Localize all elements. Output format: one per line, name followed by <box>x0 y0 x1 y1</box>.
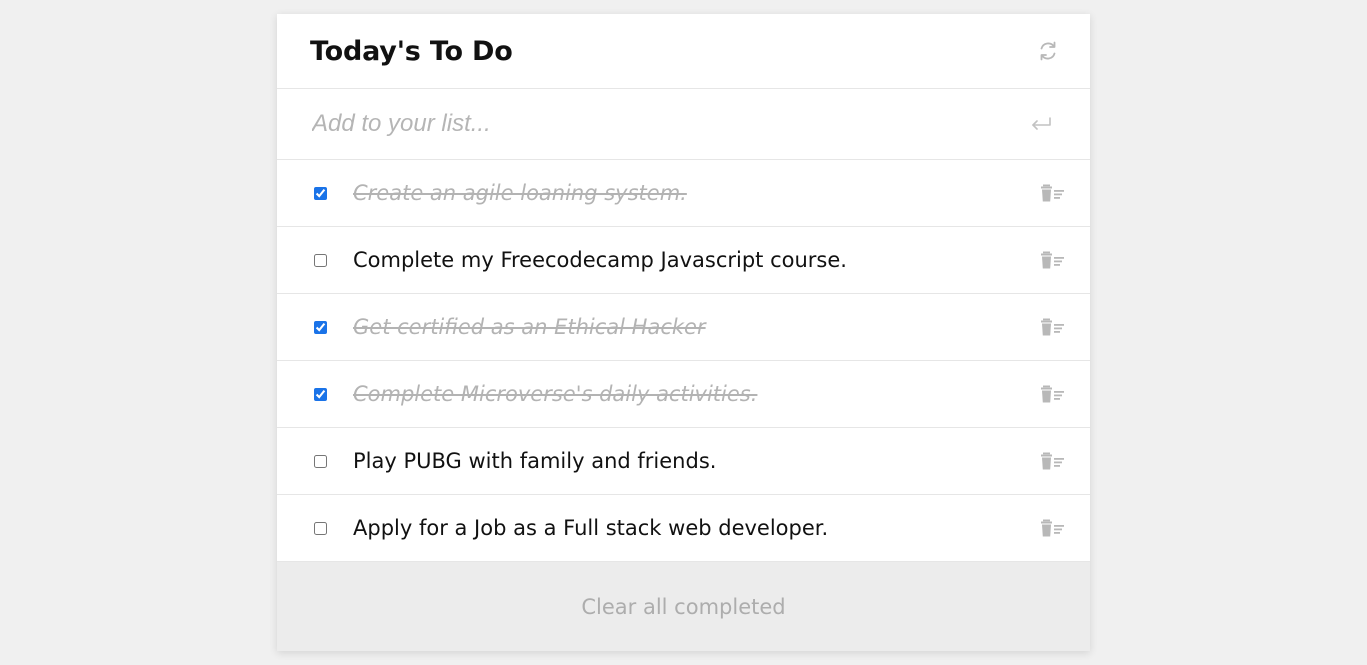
task-item: Get certified as an Ethical Hacker <box>277 294 1090 361</box>
task-checkbox[interactable] <box>314 387 327 401</box>
task-text: Complete my Freecodecamp Javascript cour… <box>353 248 847 272</box>
header: Today's To Do <box>277 14 1090 89</box>
trash-icon[interactable] <box>1040 383 1066 405</box>
task-text: Create an agile loaning system. <box>353 181 687 205</box>
task-checkbox[interactable] <box>314 253 327 267</box>
task-checkbox[interactable] <box>314 320 327 334</box>
add-task-input[interactable] <box>312 110 1029 138</box>
task-item: Create an agile loaning system. <box>277 160 1090 227</box>
task-text: Complete Microverse's daily activities. <box>353 382 758 406</box>
task-text: Get certified as an Ethical Hacker <box>353 315 706 339</box>
todo-card: Today's To Do Create an agile loaning sy… <box>277 14 1090 651</box>
task-checkbox[interactable] <box>314 186 327 200</box>
page-title: Today's To Do <box>310 35 513 67</box>
trash-icon[interactable] <box>1040 316 1066 338</box>
task-item: Complete my Freecodecamp Javascript cour… <box>277 227 1090 294</box>
trash-icon[interactable] <box>1040 249 1066 271</box>
trash-icon[interactable] <box>1040 517 1066 539</box>
clear-completed-button[interactable]: Clear all completed <box>573 591 793 623</box>
task-checkbox[interactable] <box>314 454 327 468</box>
task-item: Complete Microverse's daily activities. <box>277 361 1090 428</box>
task-list: Create an agile loaning system. Complete… <box>277 160 1090 562</box>
footer: Clear all completed <box>277 562 1090 651</box>
task-item: Apply for a Job as a Full stack web deve… <box>277 495 1090 562</box>
task-text: Play PUBG with family and friends. <box>353 449 717 473</box>
refresh-icon[interactable] <box>1037 40 1059 62</box>
task-item: Play PUBG with family and friends. <box>277 428 1090 495</box>
task-checkbox[interactable] <box>314 521 327 535</box>
trash-icon[interactable] <box>1040 182 1066 204</box>
enter-icon[interactable] <box>1029 114 1053 134</box>
trash-icon[interactable] <box>1040 450 1066 472</box>
add-row <box>277 89 1090 160</box>
task-text: Apply for a Job as a Full stack web deve… <box>353 516 829 540</box>
